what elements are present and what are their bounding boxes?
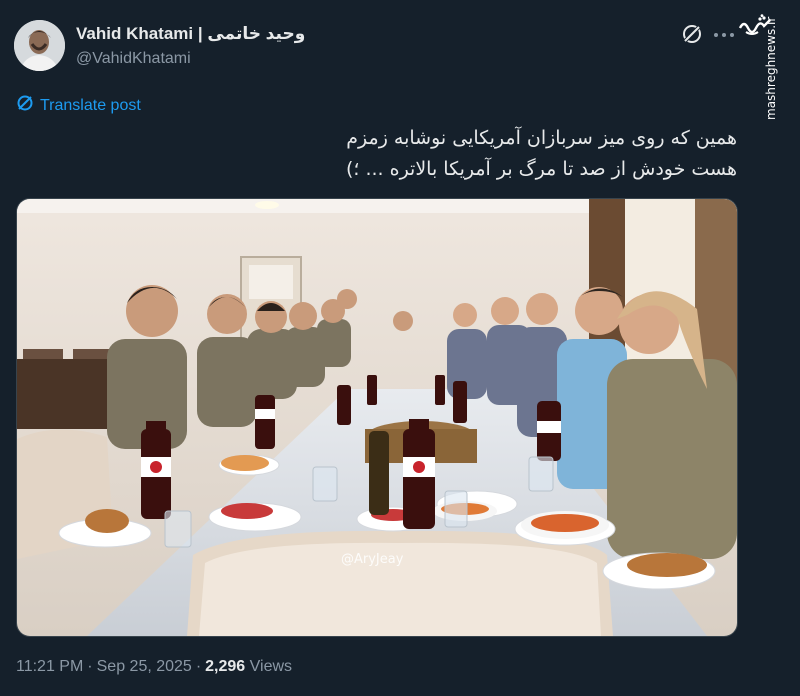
views-count: 2,296 (205, 658, 246, 675)
tweet-date[interactable]: Sep 25, 2025 (97, 658, 192, 675)
more-icon[interactable] (713, 28, 735, 40)
views-label: Views (249, 658, 293, 675)
translate-icon (16, 94, 34, 117)
translate-label: Translate post (40, 96, 141, 114)
author-handle[interactable]: @VahidKhatami (76, 50, 191, 68)
tweet-line-1: همین که روی میز سربازان آمریکایی نوشابه … (346, 127, 737, 149)
tweet-photo[interactable]: @AryJeay (16, 198, 738, 637)
tweet-meta: 11:21 PM · Sep 25, 2025 · 2,296 Views (16, 658, 293, 675)
tweet-text: همین که روی میز سربازان آمریکایی نوشابه … (177, 123, 737, 185)
tweet-time[interactable]: 11:21 PM (16, 658, 83, 675)
author-display-name[interactable]: Vahid Khatami | وحید خاتمی (76, 24, 305, 44)
avatar[interactable] (14, 20, 65, 71)
translate-post-link[interactable]: Translate post (16, 94, 141, 117)
tweet-line-2: هست خودش از صد تا مرگ بر آمریکا بالاتره … (345, 158, 737, 180)
grok-icon[interactable] (680, 22, 704, 46)
watermark-site: mashreghnews.ir (764, 16, 778, 120)
photo-watermark: @AryJeay (341, 552, 404, 567)
